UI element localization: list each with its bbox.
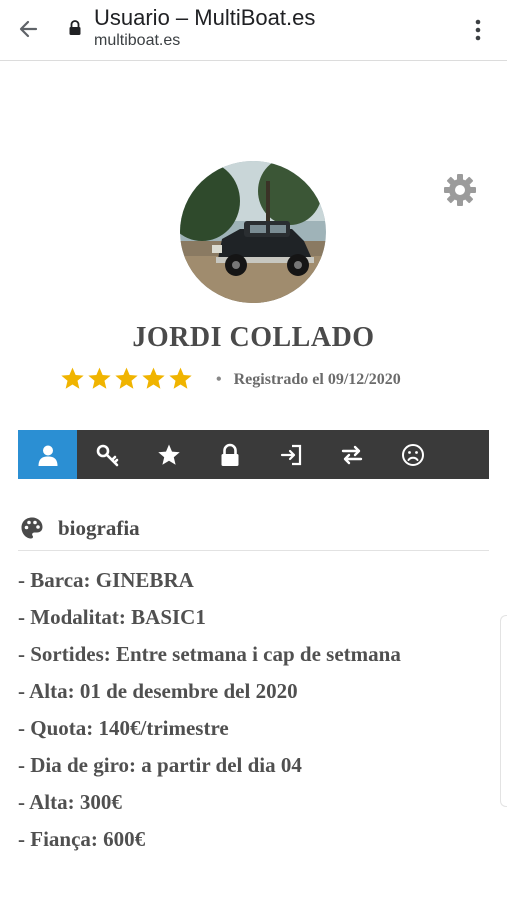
- star-icon: [115, 367, 138, 389]
- frown-icon: [401, 443, 424, 466]
- page-title: Usuario – MultiBoat.es: [94, 5, 316, 30]
- star-icon: [157, 444, 180, 465]
- scrollbar[interactable]: [500, 615, 507, 807]
- bio-line: - Barca: GINEBRA: [18, 568, 194, 592]
- bio-line: - Alta: 300€: [18, 790, 122, 814]
- lock-icon: [69, 20, 81, 35]
- tab-favorites[interactable]: [138, 430, 199, 479]
- star-icon: [61, 367, 84, 389]
- biography-list: - Barca: GINEBRA - Modalitat: BASIC1 - S…: [18, 562, 488, 858]
- browser-toolbar: Usuario – MultiBoat.es multiboat.es: [0, 0, 507, 61]
- exchange-icon: [341, 445, 362, 464]
- avatar: [180, 161, 326, 303]
- page-url[interactable]: multiboat.es: [94, 32, 180, 50]
- section-heading: biografia: [20, 512, 140, 544]
- star-icon: [142, 367, 165, 389]
- palette-icon: [21, 517, 43, 539]
- user-icon: [38, 445, 57, 466]
- more-options-icon[interactable]: [470, 16, 486, 44]
- tab-profile[interactable]: [18, 430, 77, 479]
- bio-line: - Quota: 140€/trimestre: [18, 716, 229, 740]
- lock-icon: [221, 443, 238, 466]
- key-icon: [96, 444, 118, 466]
- tab-complaints[interactable]: [382, 430, 443, 479]
- tab-transfers[interactable]: [321, 430, 382, 479]
- star-icon: [88, 367, 111, 389]
- sign-in-icon: [280, 444, 301, 465]
- section-title-text: biografia: [58, 515, 140, 540]
- registration-date: • Registrado el 09/12/2020: [216, 371, 401, 388]
- divider: [18, 550, 489, 551]
- bio-line: - Alta: 01 de desembre del 2020: [18, 679, 298, 703]
- registration-date-text: Registrado el 09/12/2020: [233, 371, 401, 388]
- bio-line: - Sortides: Entre setmana i cap de setma…: [18, 642, 401, 666]
- bio-line: - Fiança: 600€: [18, 827, 146, 851]
- bio-line: - Modalitat: BASIC1: [18, 605, 206, 629]
- bio-line: - Dia de giro: a partir del dia 04: [18, 753, 302, 777]
- back-arrow-icon[interactable]: [14, 14, 44, 44]
- tab-login[interactable]: [260, 430, 321, 479]
- profile-name: JORDI COLLADO: [132, 322, 375, 353]
- tab-security[interactable]: [199, 430, 260, 479]
- rating-stars: [60, 366, 193, 396]
- star-icon: [169, 367, 192, 389]
- tab-password[interactable]: [77, 430, 138, 479]
- gear-icon[interactable]: [442, 172, 478, 208]
- profile-tab-bar: [18, 430, 489, 479]
